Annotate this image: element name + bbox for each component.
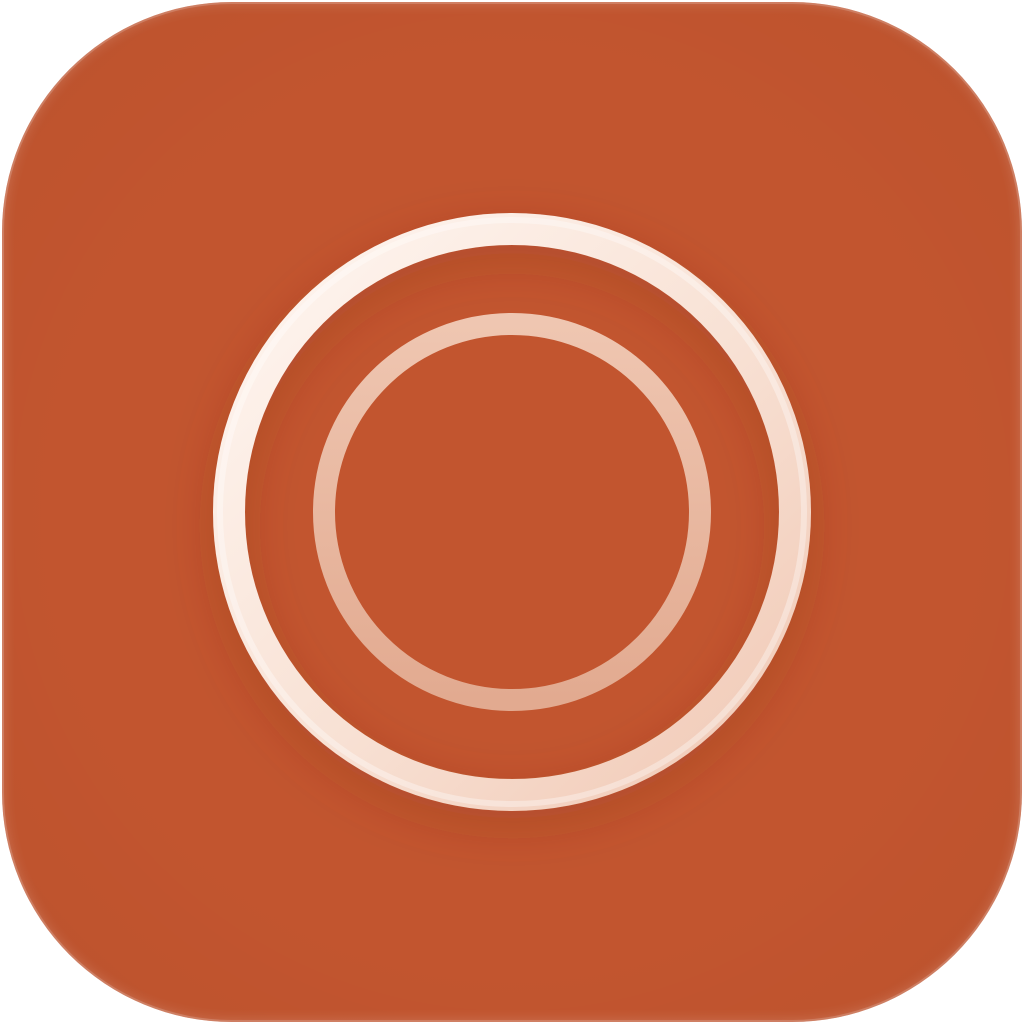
app-icon-canvas [0,0,1024,1024]
concentric-rings-icon [213,213,811,811]
